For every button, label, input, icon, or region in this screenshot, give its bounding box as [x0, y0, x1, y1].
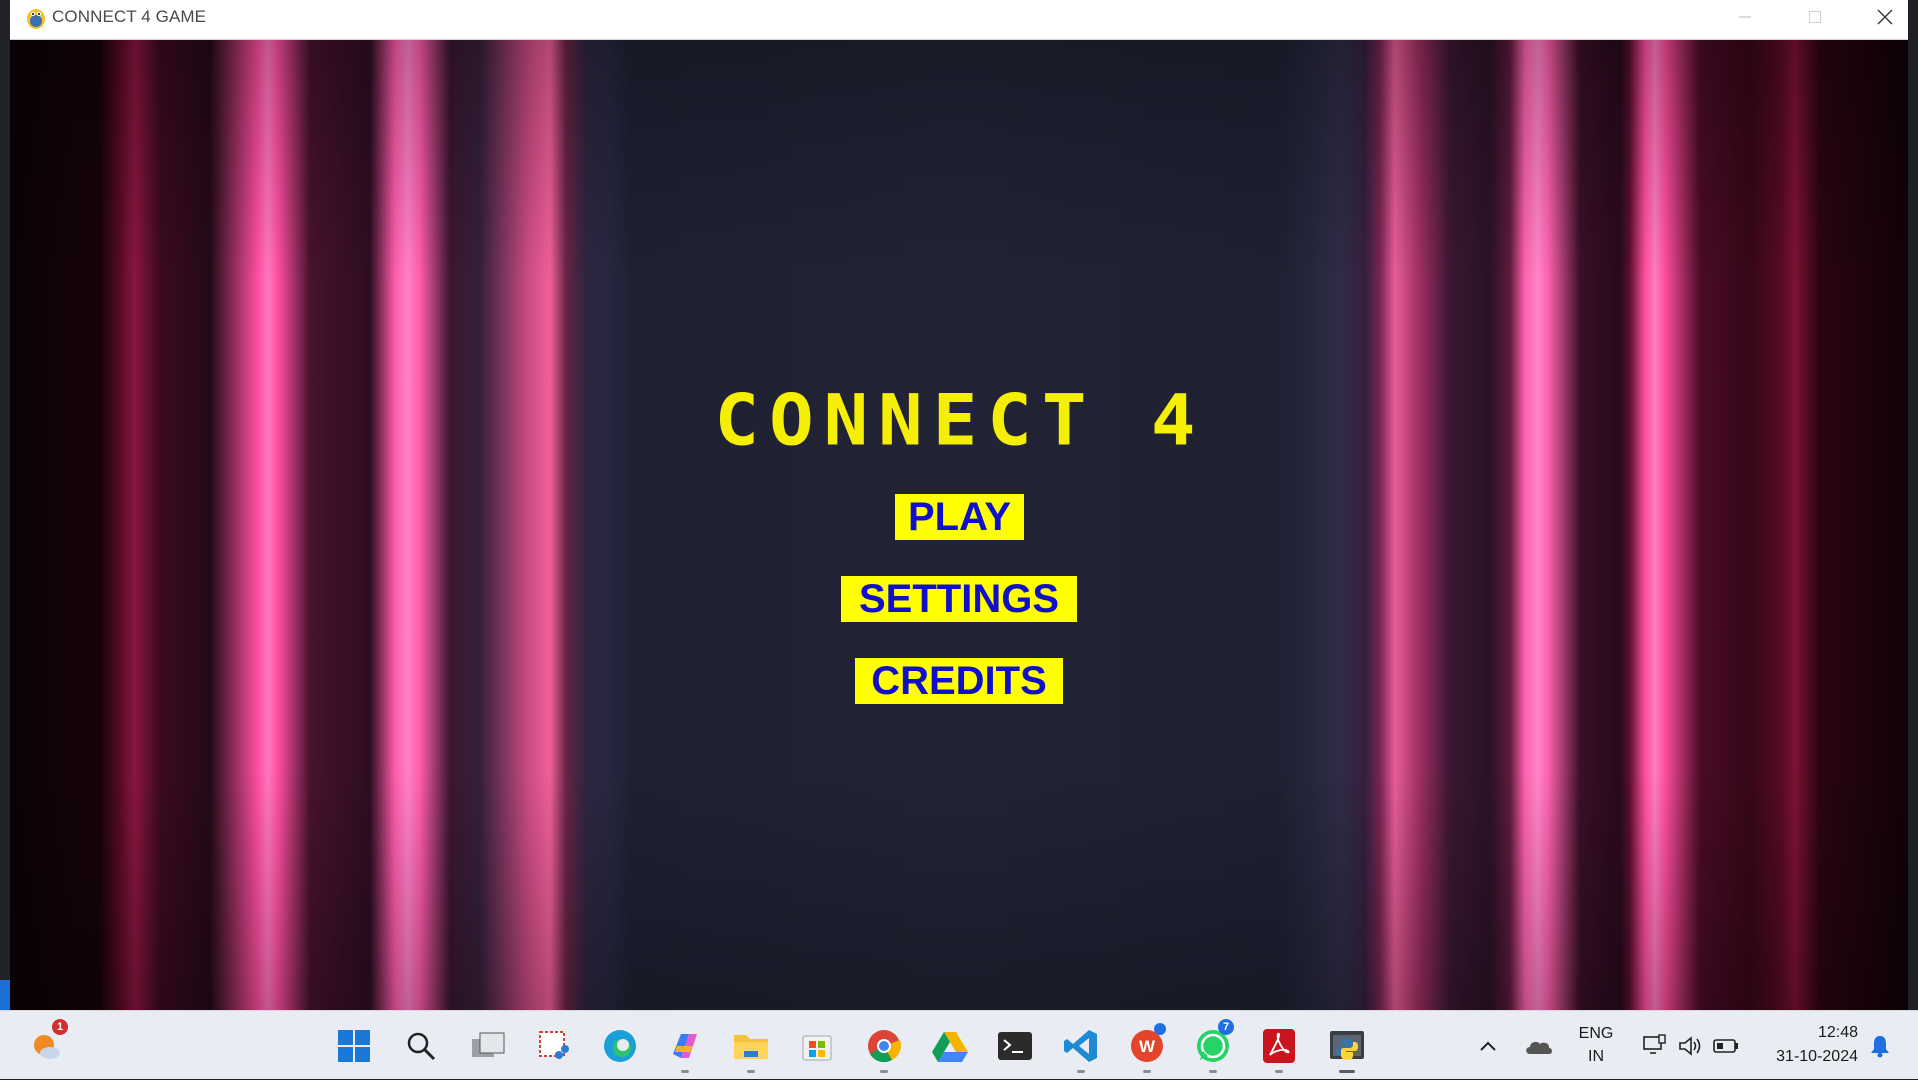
desktop-right-edge — [1908, 0, 1918, 1010]
desktop-left-edge — [0, 0, 10, 1010]
onedrive-cloud-icon — [1526, 1041, 1552, 1054]
acrobat-icon — [1263, 1028, 1295, 1063]
taskbar-snipping-tool[interactable] — [527, 1011, 581, 1080]
chevron-up-icon — [1480, 1041, 1496, 1051]
search-icon — [407, 1032, 436, 1060]
taskbar-edge[interactable] — [593, 1011, 647, 1080]
battery-icon — [1713, 1038, 1738, 1053]
vscode-icon — [1064, 1029, 1097, 1062]
clock-date: 31-10-2024 — [1776, 1048, 1858, 1065]
chrome-icon — [868, 1029, 902, 1062]
window-title: CONNECT 4 GAME — [52, 7, 207, 26]
maximize-button[interactable] — [1780, 0, 1850, 33]
windows-start-icon — [338, 1029, 370, 1062]
copilot-icon — [673, 1033, 697, 1058]
language-code: ENG — [1578, 1025, 1614, 1042]
clock-tray[interactable]: 12:48 31-10-2024 — [1756, 1011, 1860, 1080]
volume-tray[interactable] — [1672, 1011, 1708, 1080]
task-view-icon — [472, 1032, 505, 1057]
weather-badge: 1 — [52, 1019, 68, 1035]
right-neon-curtain — [1280, 40, 1908, 1010]
running-indicator — [1143, 1070, 1151, 1073]
taskbar-microsoft-store[interactable] — [790, 1011, 844, 1080]
wps-cloud-badge — [1154, 1023, 1166, 1035]
running-indicator — [681, 1070, 689, 1073]
minimize-icon — [1739, 16, 1751, 17]
running-indicator — [1209, 1070, 1217, 1073]
start-button[interactable] — [327, 1011, 381, 1080]
battery-tray[interactable] — [1708, 1011, 1744, 1080]
network-icon — [1643, 1033, 1666, 1054]
running-indicator — [1077, 1070, 1085, 1073]
taskbar-acrobat[interactable] — [1252, 1011, 1306, 1080]
snipping-tool-icon — [539, 1030, 569, 1059]
taskbar-terminal[interactable] — [988, 1011, 1042, 1080]
desktop-selection-marker — [0, 980, 10, 1010]
taskbar-search-button[interactable] — [394, 1011, 448, 1080]
bell-icon — [1871, 1035, 1889, 1057]
weather-widget[interactable]: 1 — [20, 1011, 74, 1080]
taskbar-chrome[interactable] — [857, 1011, 911, 1080]
game-window: CONNECT 4 GAME CONNECT 4 PLAY SETTINGS C… — [10, 0, 1908, 1010]
clock-time: 12:48 — [1817, 1024, 1858, 1041]
volume-icon — [1679, 1035, 1701, 1056]
taskbar-python-game[interactable] — [1320, 1011, 1374, 1080]
running-indicator — [747, 1070, 755, 1073]
microsoft-store-icon — [802, 1035, 832, 1060]
task-view-button[interactable] — [461, 1011, 515, 1080]
file-explorer-icon — [734, 1034, 768, 1059]
edge-icon — [604, 1029, 636, 1062]
game-title: CONNECT 4 — [714, 380, 1206, 462]
svg-text:W: W — [1139, 1037, 1156, 1056]
taskbar-google-drive[interactable] — [923, 1011, 977, 1080]
onedrive-tray[interactable] — [1516, 1011, 1560, 1080]
notifications-button[interactable] — [1860, 1011, 1900, 1080]
show-hidden-icons-button[interactable] — [1466, 1011, 1510, 1080]
google-drive-icon — [932, 1031, 968, 1062]
settings-button[interactable]: SETTINGS — [841, 576, 1077, 622]
terminal-icon — [998, 1031, 1032, 1060]
whatsapp-badge: 7 — [1218, 1019, 1234, 1035]
pygame-snake-icon — [27, 9, 45, 29]
maximize-icon — [1809, 10, 1821, 23]
running-indicator — [1339, 1070, 1355, 1073]
close-button[interactable] — [1850, 0, 1908, 33]
running-indicator — [880, 1070, 888, 1073]
taskbar-wps-office[interactable]: W — [1120, 1011, 1174, 1080]
title-bar[interactable]: CONNECT 4 GAME — [10, 0, 1908, 40]
credits-button[interactable]: CREDITS — [855, 658, 1063, 704]
taskbar: 1 W 7 ENG IN 12:48 31-10-2024 — [0, 1010, 1918, 1079]
play-button[interactable]: PLAY — [895, 494, 1024, 540]
game-canvas[interactable]: CONNECT 4 PLAY SETTINGS CREDITS — [10, 40, 1908, 1010]
minimize-button[interactable] — [1710, 0, 1780, 33]
taskbar-vscode[interactable] — [1054, 1011, 1108, 1080]
taskbar-copilot[interactable] — [658, 1011, 712, 1080]
network-tray[interactable] — [1636, 1011, 1672, 1080]
python-icon — [1330, 1030, 1364, 1060]
taskbar-file-explorer[interactable] — [724, 1011, 778, 1080]
taskbar-whatsapp[interactable]: 7 — [1186, 1011, 1240, 1080]
language-indicator[interactable]: ENG IN — [1570, 1011, 1622, 1080]
left-neon-curtain — [10, 40, 630, 1010]
running-indicator — [1275, 1070, 1283, 1073]
close-icon — [1877, 9, 1893, 24]
region-code: IN — [1588, 1048, 1604, 1065]
